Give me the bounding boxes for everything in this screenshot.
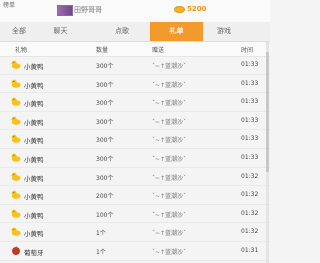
gift-quantity: 200个	[96, 193, 114, 201]
gift-sender[interactable]: ˇ~↑蓝潮沙ˇ	[152, 228, 186, 237]
gift-time: 01:32	[241, 209, 259, 217]
gift-name: 小黄鸭	[24, 193, 44, 202]
corner-label: 榜单	[3, 2, 16, 9]
gift-quantity: 300个	[96, 118, 114, 126]
gift-name: 小黄鸭	[24, 230, 44, 239]
duck-icon	[11, 209, 21, 218]
duck-icon	[11, 79, 21, 88]
table-row: 葡萄牙 1个 ˇ~↑蓝潮沙ˇ 01:31	[0, 242, 270, 261]
gift-time: 01:32	[241, 191, 259, 199]
gift-quantity: 300个	[96, 174, 114, 182]
gift-quantity: 100个	[96, 211, 114, 219]
tab-games[interactable]: 游戏	[205, 22, 243, 41]
gift-name: 小黄鸭	[24, 63, 44, 71]
gift-quantity: 300个	[96, 63, 114, 70]
gift-time: 01:33	[241, 61, 259, 68]
gift-sender[interactable]: ˇ~↑蓝潮沙ˇ	[152, 154, 186, 163]
tab-songs[interactable]: 点歌	[94, 22, 150, 41]
table-row: 小黄鸭 300个 ˇ~↑蓝潮沙ˇ 01:33	[0, 93, 270, 112]
gift-time: 01:32	[241, 172, 259, 180]
duck-icon	[11, 190, 21, 199]
header-gift: 礼物	[15, 47, 28, 54]
gift-time: 01:33	[241, 153, 259, 161]
gift-name: 小黄鸭	[24, 137, 44, 146]
gift-time: 01:33	[241, 98, 259, 106]
header-qty: 数量	[96, 47, 109, 54]
gift-sender[interactable]: ˇ~↑蓝潮沙ˇ	[152, 247, 186, 256]
gift-sender[interactable]: ˇ~↑蓝潮沙ˇ	[152, 61, 186, 70]
gift-sender[interactable]: ˇ~↑蓝潮沙ˇ	[152, 210, 186, 219]
duck-icon	[11, 134, 21, 144]
gift-name: 小黄鸭	[24, 211, 44, 220]
duck-icon	[11, 60, 21, 69]
gift-name: 小黄鸭	[24, 81, 44, 90]
table-row: 小黄鸭 300个 ˇ~↑蓝潮沙ˇ 01:32	[0, 168, 270, 187]
table-row: 小黄鸭 300个 ˇ~↑蓝潮沙ˇ 01:33	[0, 75, 270, 94]
coin-icon	[174, 6, 185, 13]
gift-quantity: 300个	[96, 100, 114, 108]
gift-name: 小黄鸭	[24, 118, 44, 127]
tab-bar: 全部 聊天 点歌 礼单 游戏	[0, 22, 270, 42]
gift-time: 01:33	[241, 79, 259, 87]
grape-icon	[11, 246, 21, 255]
gift-time: 01:31	[241, 246, 259, 254]
scrollbar[interactable]	[266, 42, 269, 263]
table-row: 小黄鸭 300个 ˇ~↑蓝潮沙ˇ 01:33	[0, 149, 270, 168]
gift-name: 葡萄牙	[24, 248, 44, 257]
duck-icon	[11, 227, 21, 237]
top-strip: 榜单 田野哥哥 5200	[0, 0, 270, 23]
coin-count: 5200	[187, 5, 207, 13]
gift-list: 小黄鸭 300个 ˇ~↑蓝潮沙ˇ 01:33 小黄鸭 300个 ˇ~↑蓝潮沙ˇ 01:33 小黄…	[0, 56, 270, 261]
gift-sender[interactable]: ˇ~↑蓝潮沙ˇ	[152, 98, 186, 107]
tab-chat[interactable]: 聊天	[38, 22, 83, 41]
gift-time: 01:33	[241, 135, 259, 143]
gift-time: 01:32	[241, 228, 259, 236]
duck-icon	[11, 97, 21, 106]
gift-sender[interactable]: ˇ~↑蓝潮沙ˇ	[152, 135, 186, 144]
gift-name: 小黄鸭	[24, 100, 44, 109]
gift-sender[interactable]: ˇ~↑蓝潮沙ˇ	[152, 173, 186, 182]
gift-quantity: 300个	[96, 155, 114, 163]
table-header: 礼物 数量 赠送 时间	[0, 42, 270, 57]
duck-icon	[11, 172, 21, 181]
avatar[interactable]	[57, 5, 73, 16]
duck-icon	[11, 116, 21, 125]
scrollbar-thumb[interactable]	[266, 52, 269, 172]
table-row: 小黄鸭 300个 ˇ~↑蓝潮沙ˇ 01:33	[0, 130, 270, 149]
gift-name: 小黄鸭	[24, 155, 44, 164]
gift-quantity: 300个	[96, 81, 114, 89]
duck-icon	[11, 153, 21, 162]
username[interactable]: 田野哥哥	[74, 5, 102, 15]
table-row: 小黄鸭 300个 ˇ~↑蓝潮沙ˇ 01:33	[0, 56, 270, 75]
tab-gifts[interactable]: 礼单	[150, 22, 203, 41]
gift-quantity: 1个	[96, 248, 106, 256]
table-row: 小黄鸭 1个 ˇ~↑蓝潮沙ˇ 01:32	[0, 223, 270, 242]
header-time: 时间	[241, 47, 254, 54]
gift-time: 01:33	[241, 116, 259, 124]
table-row: 小黄鸭 100个 ˇ~↑蓝潮沙ˇ 01:32	[0, 205, 270, 224]
header-sender: 赠送	[152, 47, 165, 54]
gift-quantity: 1个	[96, 230, 106, 238]
table-row: 小黄鸭 300个 ˇ~↑蓝潮沙ˇ 01:33	[0, 112, 270, 131]
gift-sender[interactable]: ˇ~↑蓝潮沙ˇ	[152, 80, 186, 89]
gift-quantity: 300个	[96, 137, 114, 145]
gift-name: 小黄鸭	[24, 174, 44, 183]
tab-all[interactable]: 全部	[0, 22, 38, 41]
gift-sender[interactable]: ˇ~↑蓝潮沙ˇ	[152, 191, 186, 200]
table-row: 小黄鸭 200个 ˇ~↑蓝潮沙ˇ 01:32	[0, 186, 270, 205]
gift-sender[interactable]: ˇ~↑蓝潮沙ˇ	[152, 117, 186, 126]
